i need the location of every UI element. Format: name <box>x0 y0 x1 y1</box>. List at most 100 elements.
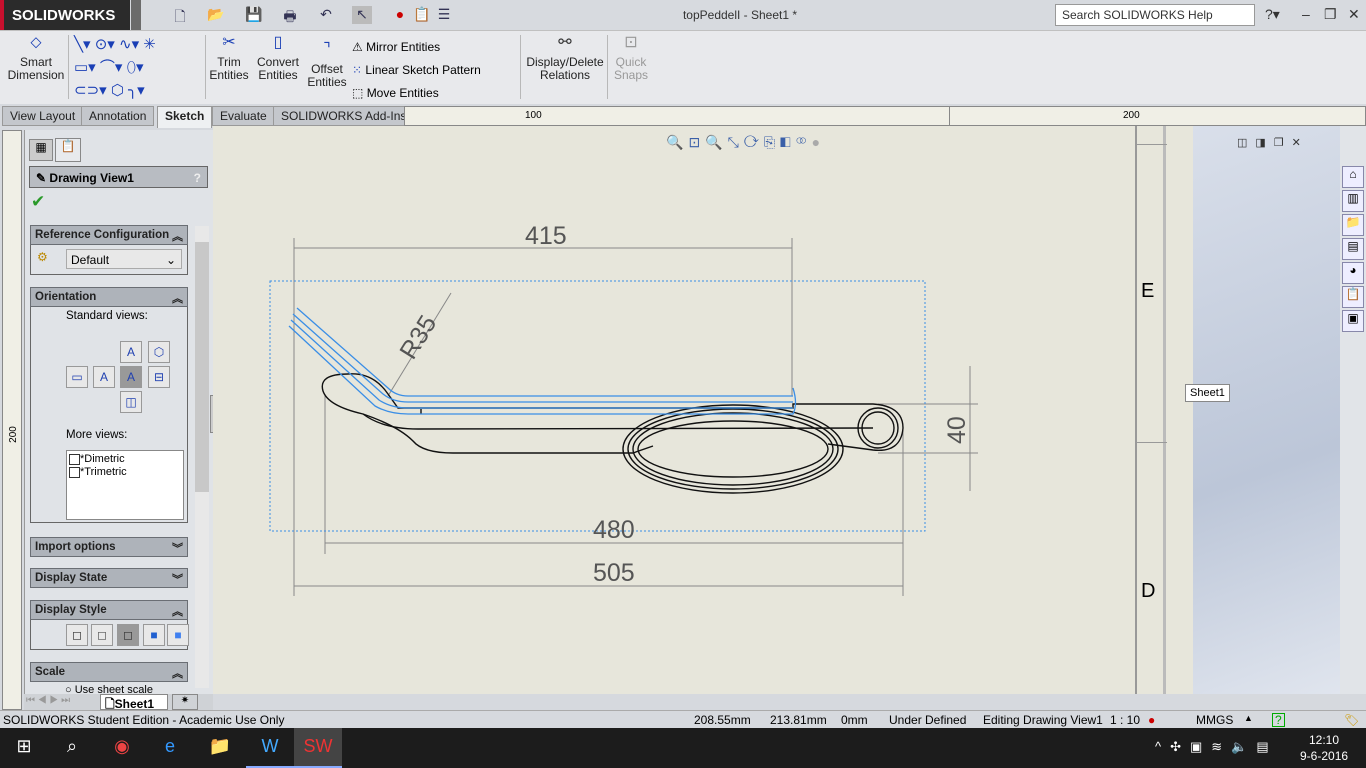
sheet-scale[interactable]: 1 : 10 <box>1110 713 1140 727</box>
help-icon[interactable]: ?▾ <box>1265 6 1280 23</box>
use-sheet-scale-radio[interactable]: ○ Use sheet scale <box>65 684 153 694</box>
minimize-button[interactable]: – <box>1302 6 1310 22</box>
configuration-select[interactable]: Default ⌄ <box>66 249 182 269</box>
shaded-button[interactable]: ■ <box>167 624 189 646</box>
ok-checkmark-icon[interactable]: ✔ <box>31 192 45 212</box>
viewport-controls[interactable]: ◫◨❐✕ <box>1237 136 1309 149</box>
import-options-header[interactable]: Import options ︾ <box>30 537 188 557</box>
mirror-entities-button[interactable]: ⚠ Mirror Entities <box>352 36 481 59</box>
display-delete-relations-button[interactable]: ⚯ Display/Delete Relations <box>526 35 604 82</box>
arc-icon[interactable]: ⌒▾ <box>100 59 123 76</box>
view-current[interactable]: A <box>120 366 142 388</box>
display-state-header[interactable]: Display State ︾ <box>30 568 188 588</box>
sheet-nav-arrows[interactable]: ⏮ ◀ ▶ ⏭ <box>26 695 70 706</box>
sheet-tab-sheet1[interactable]: 🗋Sheet1 <box>100 694 168 711</box>
offset-entities-button[interactable]: ⌝ Offset Entities <box>305 42 349 89</box>
tab-evaluate[interactable]: Evaluate <box>212 106 275 126</box>
dim-480-label[interactable]: 480 <box>593 516 635 544</box>
chrome-icon[interactable]: ◉ <box>98 728 146 768</box>
custom-properties-icon[interactable]: 📋 <box>1342 286 1364 308</box>
close-button[interactable]: ✕ <box>1348 6 1360 23</box>
system-tray[interactable]: ^✣▣≋🔈▤ <box>1155 739 1278 755</box>
view-front[interactable]: A <box>93 366 115 388</box>
tab-sketch[interactable]: Sketch <box>157 106 213 128</box>
print-icon[interactable]: 🖶 <box>280 6 300 24</box>
fillet-icon[interactable]: ╮▾ <box>128 82 145 99</box>
help-search-input[interactable]: Search SOLIDWORKS Help <box>1055 4 1255 26</box>
orientation-header[interactable]: Orientation ︽ <box>30 287 188 307</box>
drawing-view[interactable]: 415 R35 40 480 505 <box>213 126 1135 694</box>
tag-icon[interactable]: 🏷 <box>1344 713 1359 727</box>
view-palette-icon[interactable]: ▤ <box>1342 238 1364 260</box>
save-icon[interactable]: 💾 <box>244 6 264 24</box>
hidden-lines-removed-button[interactable]: ◻ <box>117 624 139 646</box>
convert-entities-button[interactable]: ▯ Convert Entities <box>254 35 302 82</box>
add-sheet-button[interactable]: ✷ <box>172 694 198 710</box>
hidden-lines-visible-button[interactable]: ◻ <box>91 624 113 646</box>
slot-icon[interactable]: ⊂⊃▾ <box>74 82 107 99</box>
smart-dimension-button[interactable]: ⬦ Smart Dimension <box>5 35 67 82</box>
tab-addins[interactable]: SOLIDWORKS Add-Ins <box>273 106 415 126</box>
vertical-ruler: 200 <box>2 130 22 710</box>
rebuild-icon[interactable]: ● <box>390 6 410 24</box>
quick-snaps-button[interactable]: ⊡ Quick Snaps <box>612 35 650 82</box>
appearances-icon[interactable]: ◕ <box>1342 262 1364 284</box>
view-right[interactable]: ⊟ <box>148 366 170 388</box>
view-isometric[interactable]: ⬡ <box>148 341 170 363</box>
search-icon[interactable]: ⌕ <box>48 728 96 768</box>
solidworks-logo[interactable]: SOLIDWORKS <box>0 0 130 30</box>
undo-icon[interactable]: ↶ <box>316 6 336 24</box>
polygon-icon[interactable]: ⬡ <box>111 82 124 99</box>
folder-icon[interactable]: 📁 <box>1342 214 1364 236</box>
linear-pattern-button[interactable]: ⁙ Linear Sketch Pattern <box>352 59 481 82</box>
new-document-icon[interactable]: 🗋 <box>170 6 190 24</box>
drawing-canvas[interactable]: 🔍⊡🔍⤡⟳⎘◧⚭● 415 R35 40 480 505 <box>213 126 1135 694</box>
trim-entities-button[interactable]: ✂ Trim Entities <box>209 35 249 82</box>
restore-button[interactable]: ❐ <box>1324 6 1337 23</box>
open-icon[interactable]: 📂 <box>206 6 226 24</box>
list-item[interactable]: *Trimetric <box>69 466 181 479</box>
display-style-header[interactable]: Display Style ︽ <box>30 600 188 620</box>
dim-415-label[interactable]: 415 <box>525 222 567 250</box>
line-icon[interactable]: ╲▾ <box>74 36 91 53</box>
list-item[interactable]: *Dimetric <box>69 453 181 466</box>
resources-icon[interactable]: ▥ <box>1342 190 1364 212</box>
home-icon[interactable]: ⌂ <box>1342 166 1364 188</box>
options-icon[interactable]: ☰ <box>434 6 454 24</box>
dim-505-label[interactable]: 505 <box>593 559 635 587</box>
wireframe-button[interactable]: ◻ <box>66 624 88 646</box>
quick-tips-icon[interactable]: ? <box>1272 713 1285 727</box>
edge-icon[interactable]: e <box>146 728 194 768</box>
tab-view-layout[interactable]: View Layout <box>2 106 84 126</box>
circle-icon[interactable]: ⊙▾ <box>95 36 115 53</box>
spline-icon[interactable]: ∿▾ <box>119 36 139 53</box>
file-explorer-icon[interactable]: 📁 <box>196 728 244 768</box>
help-icon[interactable]: ? <box>194 171 201 185</box>
shaded-edges-button[interactable]: ■ <box>143 624 165 646</box>
select-icon[interactable]: ↖ <box>352 6 372 24</box>
forum-icon[interactable]: ▣ <box>1342 310 1364 332</box>
dim-40-label[interactable]: 40 <box>943 416 971 444</box>
tab-annotation[interactable]: Annotation <box>81 106 155 126</box>
ellipse-icon[interactable]: ⬯▾ <box>127 59 144 76</box>
more-views-list[interactable]: *Dimetric *Trimetric <box>66 450 184 520</box>
menu-expand-arrow[interactable] <box>131 0 141 30</box>
unit-system[interactable]: MMGS <box>1196 713 1233 727</box>
file-properties-icon[interactable]: 📋 <box>412 6 432 24</box>
pm-scrollbar[interactable] <box>195 226 209 688</box>
move-entities-button[interactable]: ⬚ Move Entities <box>352 82 481 105</box>
clock[interactable]: 12:10 9-6-2016 <box>1300 732 1348 764</box>
property-manager-tab[interactable]: 📋 <box>55 138 81 162</box>
view-top[interactable]: A <box>120 341 142 363</box>
view-left[interactable]: ▭ <box>66 366 88 388</box>
reference-configuration-header[interactable]: Reference Configuration ︽ <box>30 225 188 245</box>
solidworks-taskbar-icon[interactable]: SW <box>294 728 342 768</box>
start-button[interactable]: ⊞ <box>0 728 48 768</box>
view-bottom[interactable]: ◫ <box>120 391 142 413</box>
rectangle-icon[interactable]: ▭▾ <box>74 59 96 76</box>
scale-header[interactable]: Scale ︽ <box>30 662 188 682</box>
feature-manager-tab[interactable]: ▦ <box>29 139 53 161</box>
word-icon[interactable]: W <box>246 728 294 768</box>
unit-menu-arrow[interactable]: ▲ <box>1244 713 1253 723</box>
point-icon[interactable]: ✳ <box>143 36 156 53</box>
